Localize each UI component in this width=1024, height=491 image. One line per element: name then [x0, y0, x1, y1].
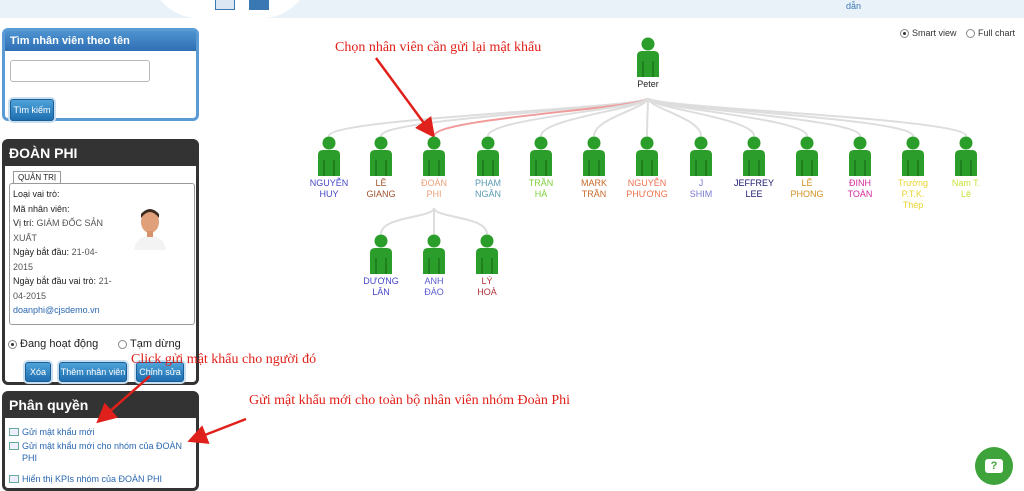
org-node-l1-7-label: SHIM — [689, 189, 713, 199]
org-node-l1-1[interactable]: LÊ GIANG — [351, 136, 411, 200]
org-node-l1-11-label: Thép — [902, 200, 924, 210]
org-node-l1-8[interactable]: JEFFREY LEE — [724, 136, 784, 200]
org-node-l1-12[interactable]: Nam T. Lê — [936, 136, 996, 200]
org-node-l1-3-label: NGÂN — [474, 189, 501, 199]
org-node-l2-2-label: LÝ — [481, 276, 493, 286]
person-icon — [637, 37, 659, 77]
group-arrow — [187, 417, 247, 444]
org-node-l1-5-label: TRẦN — [581, 189, 607, 199]
person-icon — [690, 136, 712, 176]
org-node-l1-4-label: HÀ — [534, 189, 548, 199]
org-node-l1-7[interactable]: J SHIM — [671, 136, 731, 200]
org-node-l2-1-label: ĐÀO — [424, 287, 444, 297]
org-node-l1-10[interactable]: ĐINH TOÀN — [830, 136, 890, 200]
org-node-l1-1-label: LÊ — [375, 178, 387, 188]
org-node-l1-9-label: LÊ — [801, 178, 813, 188]
org-node-l1-12-label: Lê — [960, 189, 971, 199]
org-node-l1-4[interactable]: TRẦN HÀ — [511, 136, 571, 200]
org-node-l2-2-label: HOÀ — [477, 287, 497, 297]
org-node-l1-12-label: Nam T. — [951, 178, 981, 188]
org-node-l2-0-label: DƯƠNG — [363, 276, 399, 286]
org-node-l1-4-label: TRẦN — [528, 178, 554, 188]
org-node-l1-2-label: ĐOÀN — [420, 178, 447, 188]
annotation-group: Gửi mật khẩu mới cho toàn bộ nhân viên n… — [249, 393, 571, 408]
annotation-click: Click gửi mật khẩu cho người đó — [131, 352, 317, 367]
org-node-l2-0[interactable]: DƯƠNG LÂN — [351, 234, 411, 298]
help-chat-button[interactable]: ? — [975, 447, 1013, 485]
org-node-l1-6-label: NGUYỄN — [627, 178, 667, 188]
org-link — [646, 97, 649, 137]
person-icon — [318, 136, 340, 176]
org-link — [433, 207, 488, 235]
org-node-l1-9-label: PHONG — [790, 189, 824, 199]
person-icon — [370, 234, 392, 274]
org-node-l1-10-label: ĐINH — [849, 178, 871, 188]
person-icon — [743, 136, 765, 176]
org-node-l1-6-label: PHƯƠNG — [626, 189, 668, 199]
org-node-l1-3[interactable]: PHẠM NGÂN — [458, 136, 518, 200]
annotation-choose: Chọn nhân viên cần gửi lại mật khẩu — [335, 40, 542, 55]
org-node-l1-11[interactable]: Trường P.T.K. Thép — [883, 136, 943, 211]
org-node-l1-5[interactable]: MARK TRẦN — [564, 136, 624, 200]
org-node-l2-0-label: LÂN — [372, 287, 390, 297]
person-icon — [583, 136, 605, 176]
org-node-l1-7-label: J — [698, 178, 704, 188]
org-node-l1-3-label: PHẠM — [474, 178, 501, 188]
person-icon — [477, 136, 499, 176]
person-icon — [423, 234, 445, 274]
org-node-root-label: Peter — [637, 79, 659, 89]
org-node-l1-8-label: LEE — [745, 189, 763, 199]
person-icon — [370, 136, 392, 176]
org-node-l1-10-label: TOÀN — [847, 189, 873, 199]
person-icon — [476, 234, 498, 274]
org-node-l1-0-label: NGUYỄN — [309, 178, 349, 188]
org-node-l1-11-label: P.T.K. — [901, 189, 925, 199]
org-node-l1-9[interactable]: LÊ PHONG — [777, 136, 837, 200]
person-icon — [796, 136, 818, 176]
org-node-l1-8-label: JEFFREY — [733, 178, 774, 188]
org-node-l2-1[interactable]: ANH ĐÀO — [404, 234, 464, 298]
person-icon — [902, 136, 924, 176]
person-icon — [423, 136, 445, 176]
org-node-l2-2[interactable]: LÝ HOÀ — [457, 234, 517, 298]
org-node-l1-11-label: Trường — [897, 178, 929, 188]
org-node-l1-6[interactable]: NGUYỄN PHƯƠNG — [617, 136, 677, 200]
org-node-l1-0[interactable]: NGUYỄN HUY — [299, 136, 359, 200]
person-icon — [530, 136, 552, 176]
org-node-l1-5-label: MARK — [580, 178, 607, 188]
org-node-root[interactable]: Peter — [618, 37, 678, 90]
person-icon — [636, 136, 658, 176]
question-icon: ? — [985, 459, 1003, 473]
org-node-l1-2-label: PHI — [426, 189, 442, 199]
org-node-l1-2[interactable]: ĐOÀN PHI — [404, 136, 464, 200]
org-node-l1-1-label: GIANG — [366, 189, 396, 199]
org-link — [380, 207, 435, 235]
org-node-l2-1-label: ANH — [424, 276, 444, 286]
person-icon — [849, 136, 871, 176]
person-icon — [955, 136, 977, 176]
click-arrow — [96, 375, 151, 424]
org-node-l1-0-label: HUY — [319, 189, 339, 199]
